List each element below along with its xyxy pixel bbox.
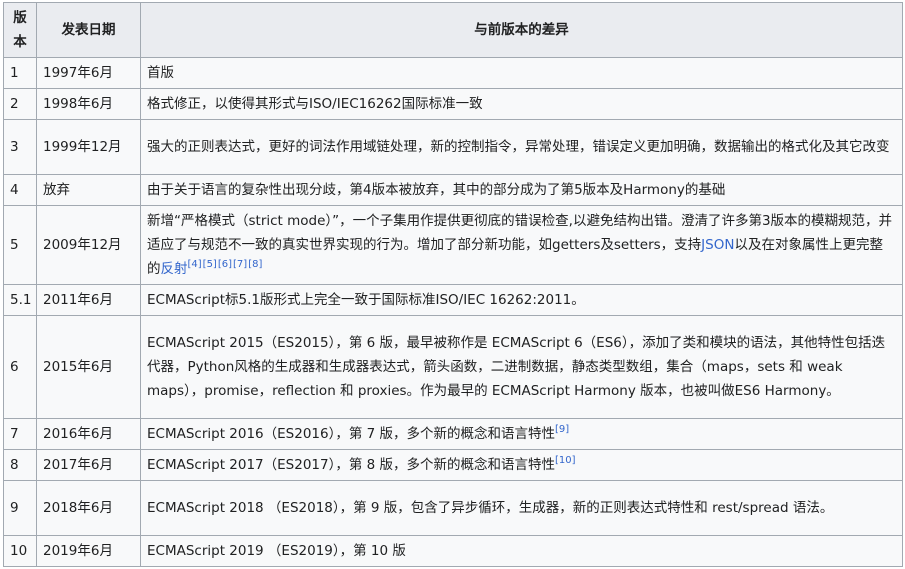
version-cell: 6 [3, 315, 37, 419]
version-cell: 4 [3, 174, 37, 206]
diff-cell: ECMAScript 2015（ES2015），第 6 版，最早被称作是 ECM… [140, 315, 903, 419]
diff-cell: ECMAScript 2017（ES2017），第 8 版，多个新的概念和语言特… [140, 449, 903, 481]
diff-cell: 由于关于语言的复杂性出现分歧，第4版本被放弃，其中的部分成为了第5版本及Harm… [140, 174, 903, 206]
citation-link[interactable]: [9] [555, 424, 569, 435]
table-row: 5 2009年12月 新增“严格模式（strict mode）”，一个子集用作提… [3, 205, 903, 285]
date-cell: 1997年6月 [36, 57, 141, 89]
version-cell: 7 [3, 418, 37, 450]
table-row: 9 2018年6月 ECMAScript 2018 （ES2018），第 9 版… [3, 480, 903, 536]
version-cell: 10 [3, 535, 37, 567]
citation-group: [4][5][6][7][8] [188, 259, 264, 270]
table-header-row: 版本 发表日期 与前版本的差异 [3, 2, 903, 58]
date-cell: 2016年6月 [36, 418, 141, 450]
date-cell: 2011年6月 [36, 284, 141, 316]
date-cell: 放弃 [36, 174, 141, 206]
date-cell: 2015年6月 [36, 315, 141, 419]
version-cell: 1 [3, 57, 37, 89]
date-cell: 2019年6月 [36, 535, 141, 567]
date-cell: 2017年6月 [36, 449, 141, 481]
header-date[interactable]: 发表日期 [36, 2, 141, 58]
table-row: 1 1997年6月 首版 [3, 57, 903, 89]
table-row: 8 2017年6月 ECMAScript 2017（ES2017），第 8 版，… [3, 449, 903, 481]
citation-link[interactable]: [4] [188, 259, 202, 270]
date-cell: 2018年6月 [36, 480, 141, 536]
header-diff[interactable]: 与前版本的差异 [140, 2, 903, 58]
diff-cell: ECMAScript 2018 （ES2018），第 9 版，包含了异步循环，生… [140, 480, 903, 536]
table-row: 10 2019年6月 ECMAScript 2019 （ES2019），第 10… [3, 535, 903, 567]
table-row: 2 1998年6月 格式修正，以使得其形式与ISO/IEC16262国际标准一致 [3, 88, 903, 120]
diff-cell: 新增“严格模式（strict mode）”，一个子集用作提供更彻底的错误检查,以… [140, 205, 903, 285]
diff-cell: ECMAScript 2019 （ES2019），第 10 版 [140, 535, 903, 567]
citation-link[interactable]: [10] [555, 455, 576, 466]
citation-link[interactable]: [8] [248, 259, 262, 270]
diff-text: ECMAScript 2017（ES2017），第 8 版，多个新的概念和语言特… [147, 457, 556, 473]
reflection-link[interactable]: 反射 [161, 261, 188, 277]
table-row: 5.1 2011年6月 ECMAScript标5.1版形式上完全一致于国际标准I… [3, 284, 903, 316]
header-version[interactable]: 版本 [3, 2, 37, 58]
diff-cell: 强大的正则表达式，更好的词法作用域链处理，新的控制指令，异常处理，错误定义更加明… [140, 119, 903, 175]
version-cell: 8 [3, 449, 37, 481]
version-cell: 9 [3, 480, 37, 536]
json-link[interactable]: JSON [701, 237, 734, 253]
version-cell: 5 [3, 205, 37, 285]
table-row: 7 2016年6月 ECMAScript 2016（ES2016），第 7 版，… [3, 418, 903, 450]
diff-text: ECMAScript 2016（ES2016），第 7 版，多个新的概念和语言特… [147, 426, 556, 442]
table-row: 3 1999年12月 强大的正则表达式，更好的词法作用域链处理，新的控制指令，异… [3, 119, 903, 175]
diff-cell: ECMAScript 2016（ES2016），第 7 版，多个新的概念和语言特… [140, 418, 903, 450]
date-cell: 2009年12月 [36, 205, 141, 285]
ecmascript-versions-table: 版本 发表日期 与前版本的差异 1 1997年6月 首版 2 1998年6月 格… [3, 2, 903, 567]
diff-cell: 首版 [140, 57, 903, 89]
table-row: 6 2015年6月 ECMAScript 2015（ES2015），第 6 版，… [3, 315, 903, 419]
table-row: 4 放弃 由于关于语言的复杂性出现分歧，第4版本被放弃，其中的部分成为了第5版本… [3, 174, 903, 206]
citation-link[interactable]: [6] [218, 259, 232, 270]
diff-cell: ECMAScript标5.1版形式上完全一致于国际标准ISO/IEC 16262… [140, 284, 903, 316]
citation-link[interactable]: [7] [233, 259, 247, 270]
date-cell: 1999年12月 [36, 119, 141, 175]
version-cell: 2 [3, 88, 37, 120]
diff-cell: 格式修正，以使得其形式与ISO/IEC16262国际标准一致 [140, 88, 903, 120]
citation-link[interactable]: [5] [203, 259, 217, 270]
date-cell: 1998年6月 [36, 88, 141, 120]
version-cell: 3 [3, 119, 37, 175]
version-cell: 5.1 [3, 284, 37, 316]
